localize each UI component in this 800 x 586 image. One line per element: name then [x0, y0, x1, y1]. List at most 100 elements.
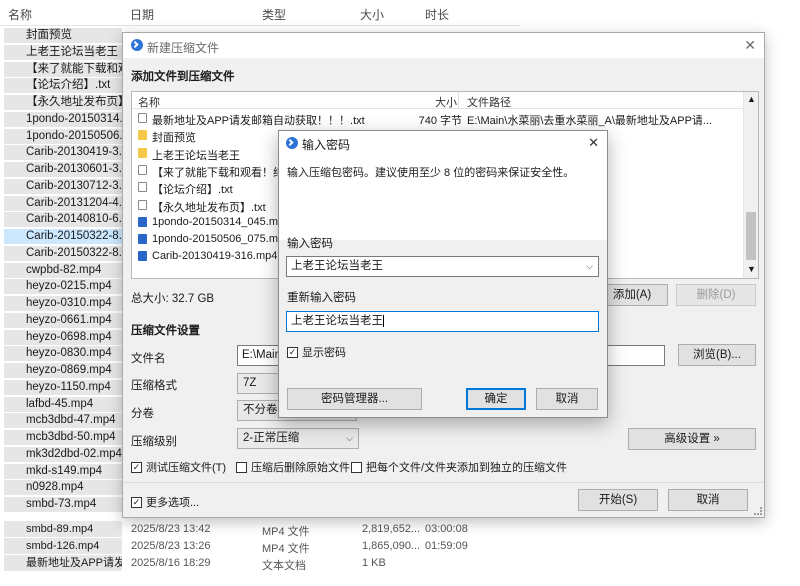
text-file-icon	[138, 182, 147, 193]
level-value: 2-正常压缩	[243, 432, 300, 444]
show-password-label: 显示密码	[302, 347, 346, 359]
password-cancel-button[interactable]: 取消	[536, 388, 598, 410]
column-duration[interactable]: 时长	[425, 6, 449, 23]
chevron-down-icon: ⌵	[346, 433, 353, 443]
reenter-password-label: 重新输入密码	[287, 292, 356, 304]
column-size[interactable]: 大小	[360, 6, 384, 23]
start-button[interactable]: 开始(S)	[578, 489, 658, 511]
close-icon[interactable]: ✕	[588, 135, 599, 151]
explorer-row-name: mcb3dbd-47.mp4	[4, 413, 122, 429]
explorer-row-name: 1pondo-20150314...	[4, 111, 122, 127]
checkbox-checked-icon: ✓	[131, 461, 142, 473]
explorer-row-name: heyzo-0869.mp4	[4, 363, 122, 378]
explorer-cell-type: MP4 文件	[262, 543, 310, 555]
filename-label: 文件名	[131, 353, 166, 365]
ok-button[interactable]: 确定	[466, 388, 526, 410]
reenter-password-input[interactable]: 上老王论坛当老王	[286, 311, 599, 332]
file-list-scrollbar[interactable]: ▲ ▼	[743, 92, 758, 278]
explorer-cell-duration: 03:00:08	[425, 523, 468, 535]
section-add-files: 添加文件到压缩文件	[131, 71, 235, 83]
advanced-settings-button[interactable]: 高级设置 »	[628, 428, 756, 450]
explorer-row-name: mcb3dbd-50.mp4	[4, 430, 122, 445]
show-password-checkbox[interactable]: ✓ 显示密码	[287, 344, 346, 360]
header-name[interactable]: 名称	[138, 94, 160, 110]
more-options-checkbox[interactable]: ✓ 更多选项...	[131, 494, 199, 510]
explorer-row-name: 【论坛介绍】.txt	[4, 78, 122, 94]
explorer-cell-date: 2025/8/16 18:29	[131, 557, 211, 569]
format-label: 压缩格式	[131, 380, 177, 392]
chevron-down-icon[interactable]: ⌵	[586, 257, 593, 276]
explorer-row-name: 1pondo-20150506...	[4, 128, 122, 144]
enter-password-value: 上老王论坛当老王	[291, 260, 383, 272]
scroll-up-icon[interactable]: ▲	[747, 94, 756, 104]
explorer-row-name: n0928.mp4	[4, 480, 122, 496]
password-description-area: 输入压缩包密码。建议使用至少 8 位的密码来保证安全性。	[279, 155, 607, 240]
explorer-row-name: 最新地址及APP请发...	[4, 555, 122, 571]
file-list-row[interactable]: 最新地址及APP请发邮箱自动获取！！！.txt 740 字节 E:\Main\水菜丽…	[132, 110, 744, 127]
delete-after-checkbox[interactable]: 压缩后删除原始文件	[236, 459, 350, 475]
resize-grip-icon[interactable]	[754, 507, 762, 515]
explorer-row-name: smbd-89.mp4	[4, 521, 122, 537]
explorer-row-name: heyzo-1150.mp4	[4, 379, 122, 395]
section-settings: 压缩文件设置	[131, 325, 200, 337]
test-archive-checkbox[interactable]: ✓ 测试压缩文件(T)	[131, 459, 226, 475]
close-icon[interactable]: ✕	[744, 37, 756, 54]
explorer-row-name: Carib-20150322-8...	[4, 245, 122, 261]
explorer-cell-duration: 01:59:09	[425, 540, 468, 552]
explorer-row-name: Carib-20140810-6...	[4, 212, 122, 228]
explorer-row-name: mkd-s149.mp4	[4, 463, 122, 479]
folder-icon	[138, 130, 147, 141]
level-select[interactable]: 2-正常压缩 ⌵	[237, 428, 359, 449]
app-icon	[131, 39, 143, 51]
explorer-row[interactable]: 最新地址及APP请发... 2025/8/16 18:29 文本文档 1 KB	[0, 555, 520, 572]
level-label: 压缩级别	[131, 436, 177, 448]
text-file-icon	[138, 164, 147, 175]
column-type[interactable]: 类型	[262, 6, 286, 23]
explorer-column-header: 名称 日期 类型 大小 时长	[0, 0, 520, 26]
divider	[123, 482, 764, 483]
dialog-title: 新建压缩文件	[147, 41, 220, 55]
dialog-titlebar[interactable]: 新建压缩文件 ✕	[123, 33, 764, 58]
column-date[interactable]: 日期	[130, 6, 154, 23]
separate-archives-checkbox[interactable]: 把每个文件/文件夹添加到独立的压缩文件	[351, 459, 567, 475]
delete-button[interactable]: 删除(D)	[676, 284, 756, 306]
app-icon	[286, 137, 298, 149]
browse-button[interactable]: 浏览(B)...	[678, 344, 756, 366]
scroll-thumb[interactable]	[746, 212, 756, 260]
scroll-down-icon[interactable]: ▼	[747, 264, 756, 274]
explorer-row-name: Carib-20130601-3...	[4, 162, 122, 177]
file-list-cell-path: E:\Main\水菜丽\去重水菜丽_A\最新地址及APP请...	[467, 115, 713, 127]
explorer-row-name: heyzo-0215.mp4	[4, 279, 122, 295]
total-size: 总大小: 32.7 GB	[131, 293, 215, 305]
password-titlebar[interactable]: 输入密码 ✕	[279, 131, 607, 155]
password-manager-button[interactable]: 密码管理器...	[287, 388, 422, 410]
cancel-button[interactable]: 取消	[668, 489, 748, 511]
explorer-row[interactable]: smbd-89.mp4 2025/8/23 13:42 MP4 文件 2,819,65…	[0, 521, 520, 538]
file-list-cell-size: 740 字节	[418, 115, 462, 127]
separate-archives-label: 把每个文件/文件夹添加到独立的压缩文件	[366, 462, 568, 474]
enter-password-input[interactable]: 上老王论坛当老王 ⌵	[286, 256, 599, 277]
column-name[interactable]: 名称	[8, 6, 32, 23]
more-options-label: 更多选项...	[146, 497, 200, 509]
text-file-icon	[138, 113, 147, 123]
file-list-cell-name: 最新地址及APP请发邮箱自动获取！！！.txt	[152, 115, 365, 127]
video-file-icon	[138, 216, 147, 227]
enter-password-label: 输入密码	[287, 238, 333, 250]
password-dialog: 输入密码 ✕ 输入压缩包密码。建议使用至少 8 位的密码来保证安全性。 输入密码…	[278, 130, 608, 418]
text-cursor	[383, 314, 384, 327]
explorer-cell-size: 1,865,090...	[362, 540, 421, 552]
header-path[interactable]: 文件路径	[467, 94, 511, 110]
checkbox-checked-icon: ✓	[287, 346, 298, 358]
header-size[interactable]: 大小	[427, 94, 457, 110]
explorer-row-name: mk3d2dbd-02.mp4	[4, 446, 122, 462]
explorer-row-name: Carib-20131204-4...	[4, 195, 122, 211]
explorer-row-name: cwpbd-82.mp4	[4, 262, 122, 278]
folder-icon	[138, 147, 147, 158]
explorer-row-name: Carib-20130712-3...	[4, 178, 122, 194]
explorer-row[interactable]: smbd-126.mp4 2025/8/23 13:26 MP4 文件 1,865,0…	[0, 538, 520, 555]
explorer-row-name: 【永久地址发布页】...	[4, 95, 122, 110]
explorer-row-name: heyzo-0830.mp4	[4, 346, 122, 362]
password-dialog-title: 输入密码	[302, 138, 351, 152]
explorer-cell-size: 1 KB	[362, 557, 386, 569]
column-divider	[458, 92, 459, 109]
